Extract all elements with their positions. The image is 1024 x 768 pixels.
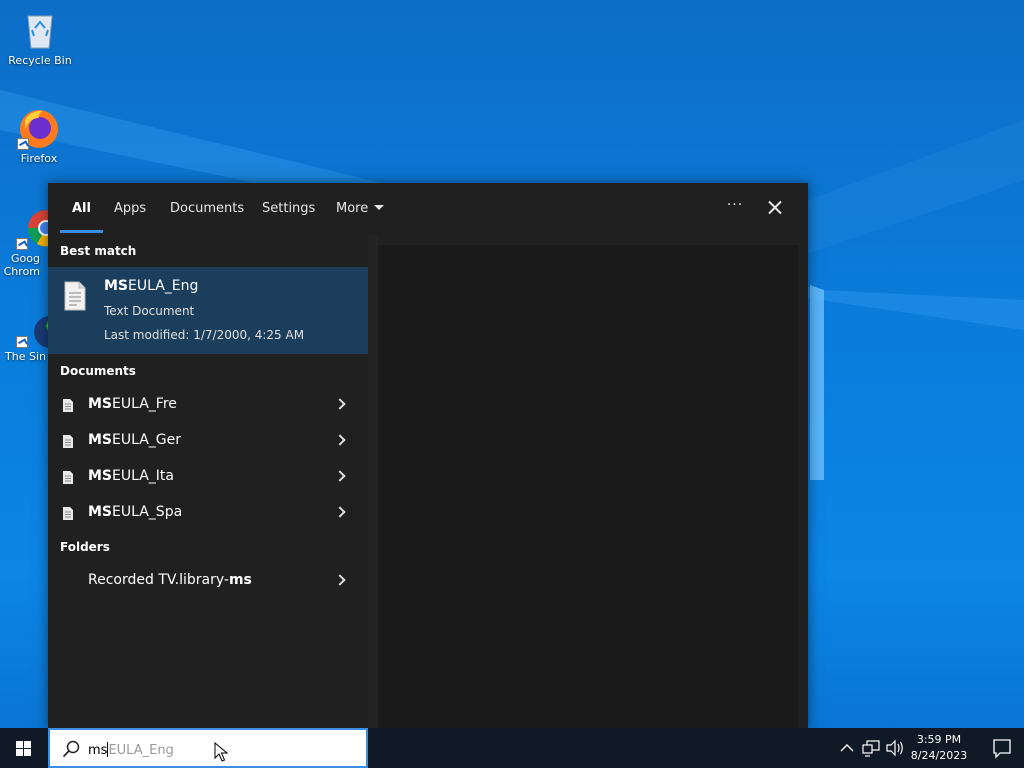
chevron-right-icon[interactable] [334, 574, 346, 586]
document-icon [63, 399, 73, 412]
match-rest: EULA_Eng [128, 278, 199, 294]
section-title-documents: Documents [60, 364, 136, 378]
match-highlight: MS [88, 396, 113, 412]
search-results-list: Best match MSEULA_Eng Text Document Last… [48, 235, 368, 728]
search-autocomplete-text: EULA_Eng [108, 743, 174, 758]
firefox-icon [17, 106, 61, 150]
desktop-icon-recycle-bin[interactable]: Recycle Bin [2, 8, 78, 67]
section-title-folders: Folders [60, 540, 110, 554]
close-button[interactable] [764, 197, 786, 219]
recycle-bin-icon [18, 8, 62, 52]
document-icon [63, 507, 73, 520]
document-result-item[interactable]: MSEULA_Spa [48, 495, 368, 531]
tab-settings[interactable]: Settings [262, 201, 315, 231]
match-highlight: MS [88, 432, 113, 448]
notification-center-icon[interactable] [980, 728, 1024, 768]
document-result-item[interactable]: MSEULA_Fre [48, 387, 368, 423]
tab-label: All [72, 201, 91, 216]
chevron-right-icon[interactable] [334, 470, 346, 482]
desktop-icon-label: The Sin [5, 350, 46, 363]
search-text: msEULA_Eng [88, 742, 174, 758]
network-icon[interactable] [861, 728, 881, 768]
tab-documents[interactable]: Documents [170, 201, 244, 231]
chevron-right-icon[interactable] [334, 434, 346, 446]
clock-time: 3:59 PM [916, 733, 962, 746]
chevron-down-icon [374, 205, 385, 210]
folder-result-name: Recorded TV.library-ms [88, 572, 252, 588]
document-result-name: MSEULA_Ger [88, 432, 181, 448]
tab-label: Apps [114, 201, 147, 216]
match-highlight: MS [104, 278, 129, 294]
chevron-right-icon[interactable] [334, 398, 346, 410]
match-rest: EULA_Spa [112, 504, 183, 520]
search-panel: All Apps Documents Settings More ··· Bes… [48, 183, 808, 728]
tab-label: Settings [262, 201, 316, 216]
search-icon [62, 740, 80, 758]
mouse-pointer-icon [214, 742, 228, 762]
volume-icon[interactable] [885, 728, 905, 768]
best-match-result[interactable]: MSEULA_Eng Text Document Last modified: … [48, 267, 368, 354]
tab-label: More [336, 201, 369, 216]
shortcut-arrow-icon [16, 238, 28, 250]
panel-divider [368, 235, 378, 728]
match-rest: EULA_Ita [112, 468, 175, 484]
document-icon [63, 435, 73, 448]
ellipsis-icon: ··· [726, 197, 744, 213]
match-highlight: MS [88, 504, 113, 520]
taskbar: msEULA_Eng 3:59 PM 8/24/2023 [0, 728, 1024, 768]
tab-more[interactable]: More [336, 201, 385, 231]
document-result-item[interactable]: MSEULA_Ita [48, 459, 368, 495]
match-rest: EULA_Ger [112, 432, 182, 448]
document-result-name: MSEULA_Fre [88, 396, 177, 412]
folder-result-item[interactable]: Recorded TV.library-ms [48, 563, 368, 599]
desktop-icon-label: Recycle Bin [8, 54, 72, 67]
start-button[interactable] [0, 728, 48, 768]
match-rest: EULA_Fre [112, 396, 177, 412]
best-match-modified: Last modified: 1/7/2000, 4:25 AM [104, 328, 305, 342]
tab-all[interactable]: All [60, 201, 103, 233]
document-result-name: MSEULA_Spa [88, 504, 182, 520]
desktop-icon-label: Firefox [20, 152, 58, 165]
match-highlight: ms [228, 572, 252, 588]
document-result-name: MSEULA_Ita [88, 468, 174, 484]
clock-date: 8/24/2023 [910, 749, 968, 762]
search-typed-text: ms [88, 743, 108, 758]
document-result-item[interactable]: MSEULA_Ger [48, 423, 368, 459]
tab-label: Documents [170, 201, 245, 216]
shortcut-arrow-icon [16, 336, 28, 348]
shortcut-arrow-icon [17, 138, 29, 150]
section-title-best-match: Best match [60, 244, 137, 258]
match-highlight: MS [88, 468, 113, 484]
search-filter-tabs: All Apps Documents Settings More ··· [48, 183, 808, 235]
best-match-type: Text Document [104, 304, 195, 318]
chevron-right-icon[interactable] [334, 506, 346, 518]
preview-pane [378, 245, 798, 728]
tab-apps[interactable]: Apps [114, 201, 146, 231]
taskbar-clock[interactable]: 3:59 PM 8/24/2023 [904, 732, 974, 764]
text-document-icon [64, 281, 86, 311]
match-rest: Recorded TV.library- [88, 572, 229, 588]
chevron-up-icon[interactable] [838, 728, 856, 768]
best-match-name: MSEULA_Eng [104, 278, 198, 294]
document-icon [63, 471, 73, 484]
taskbar-search-input[interactable]: msEULA_Eng [48, 728, 368, 768]
windows-logo-icon [16, 741, 32, 756]
desktop-icon-label: Goog Chrom [3, 252, 40, 278]
more-options-button[interactable]: ··· [724, 197, 746, 219]
desktop-icon-firefox[interactable]: Firefox [1, 106, 77, 165]
